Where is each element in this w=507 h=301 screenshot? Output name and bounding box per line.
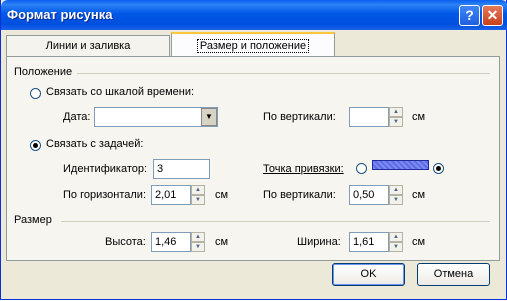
unit-label-2: см [215, 189, 229, 201]
tab-size-position[interactable]: Размер и положение [171, 32, 335, 57]
link-timeline-label: Связать со шкалой времени: [46, 86, 195, 98]
spin-down-icon[interactable]: ▼ [389, 195, 403, 205]
date-label: Дата: [63, 111, 91, 123]
help-button[interactable]: ? [459, 5, 480, 26]
spin-up-icon[interactable]: ▲ [191, 232, 205, 242]
horizontal-label: По горизонтали: [63, 189, 146, 201]
title-bar[interactable]: Формат рисунка ? ✕ [1, 0, 507, 30]
spin-down-icon[interactable]: ▼ [389, 242, 403, 252]
spin-up-icon[interactable]: ▲ [389, 232, 403, 242]
position-divider [77, 73, 490, 74]
window-title: Формат рисунка [7, 7, 113, 22]
width-spinner[interactable]: ▲ ▼ [389, 232, 403, 252]
vertical-spinner-1[interactable]: ▲ ▼ [389, 107, 403, 127]
height-unit-label: см [215, 236, 229, 248]
vertical-label-2: По вертикали: [263, 189, 336, 201]
spin-up-icon[interactable]: ▲ [191, 185, 205, 195]
link-task-label: Связать с задачей: [46, 138, 144, 150]
spin-down-icon[interactable]: ▼ [191, 242, 205, 252]
close-button[interactable]: ✕ [482, 5, 503, 26]
spin-up-icon[interactable]: ▲ [389, 107, 403, 117]
date-combobox[interactable] [94, 107, 218, 127]
vertical-input-1[interactable] [349, 107, 389, 127]
tab-lines-fill[interactable]: Линии и заливка [6, 35, 170, 57]
anchor-label: Точка привязки: [263, 163, 344, 175]
unit-label-1: см [412, 111, 426, 123]
horizontal-spinner[interactable]: ▲ ▼ [191, 185, 205, 205]
width-unit-label: см [412, 236, 426, 248]
unit-label-3: см [412, 189, 426, 201]
size-divider [61, 221, 490, 222]
id-input[interactable]: 3 [153, 159, 210, 179]
vertical-input-2[interactable]: 0,50 [349, 185, 389, 205]
chevron-down-icon: ▼ [205, 112, 213, 121]
cancel-button[interactable]: Отмена [417, 263, 490, 286]
dialog-window: Формат рисунка ? ✕ Линии и заливка Разме… [0, 0, 507, 300]
tab-size-position-label: Размер и положение [196, 39, 310, 53]
horizontal-input[interactable]: 2,01 [151, 185, 191, 205]
height-label: Высота: [105, 236, 146, 248]
position-group-label: Положение [14, 66, 73, 78]
link-task-radio[interactable] [30, 140, 41, 151]
date-dropdown-button[interactable]: ▼ [201, 108, 217, 126]
id-label: Идентификатор: [63, 163, 148, 175]
spin-down-icon[interactable]: ▼ [389, 117, 403, 127]
width-input[interactable]: 1,61 [349, 232, 389, 252]
spin-up-icon[interactable]: ▲ [389, 185, 403, 195]
anchor-radio-left[interactable] [356, 163, 367, 174]
height-input[interactable]: 1,46 [151, 232, 191, 252]
ok-button[interactable]: OK [332, 263, 405, 286]
anchor-radio-right[interactable] [433, 163, 444, 174]
size-group-label: Размер [14, 214, 52, 226]
link-timeline-radio[interactable] [30, 88, 41, 99]
width-label: Ширина: [297, 236, 341, 248]
vertical-label-1: По вертикали: [263, 111, 336, 123]
spin-down-icon[interactable]: ▼ [191, 195, 205, 205]
vertical-spinner-2[interactable]: ▲ ▼ [389, 185, 403, 205]
height-spinner[interactable]: ▲ ▼ [191, 232, 205, 252]
anchor-bar-swatch [372, 160, 429, 170]
